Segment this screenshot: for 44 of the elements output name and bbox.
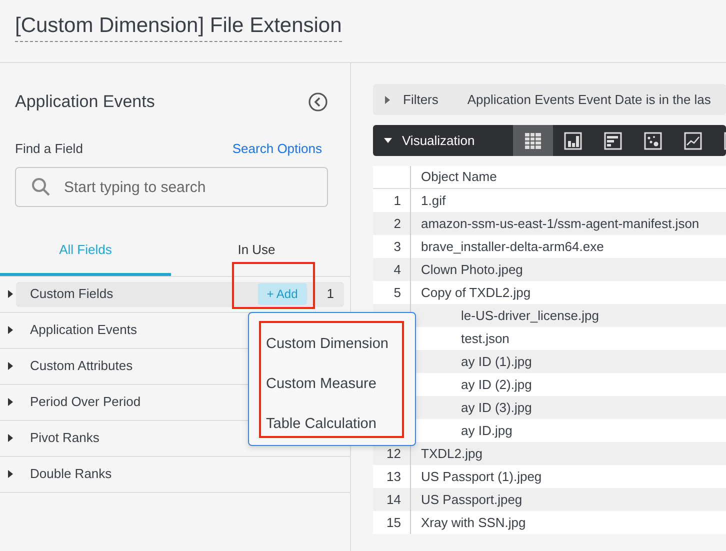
table-chart-icon — [522, 130, 543, 150]
table-cell-text: ay ID.jpg — [460, 422, 512, 440]
search-options-link[interactable]: Search Options — [232, 138, 322, 158]
row-number: 4 — [373, 258, 411, 281]
column-chart-icon — [562, 130, 583, 150]
search-icon — [31, 177, 51, 197]
filter-summary: Application Events Event Date is in the las — [467, 90, 711, 109]
table-cell-text: amazon-ssm-us-east-1/ssm-agent-manifest.json — [420, 214, 700, 233]
field-label: Find a Field — [15, 140, 83, 158]
table-cell-text: test.json — [460, 330, 510, 348]
column-header[interactable]: Object Name — [411, 167, 497, 187]
row-number: 15 — [373, 511, 411, 534]
row-number: 14 — [373, 488, 411, 511]
table-cell-text: Copy of TXDL2.jpg — [420, 284, 531, 302]
table-cell-text: ay ID (1).jpg — [460, 352, 532, 371]
table-cell-text: ay ID (2).jpg — [460, 376, 532, 394]
filters-label[interactable]: Filters — [403, 90, 438, 110]
collapse-icon[interactable] — [308, 92, 328, 112]
chart-type-button[interactable] — [512, 125, 553, 156]
row-number: 2 — [373, 212, 411, 235]
table-cell-text: US Passport (1).jpeg — [420, 468, 542, 486]
table-cell-text: 1.gif — [420, 192, 446, 210]
table-cell-text: Clown Photo.jpeg — [420, 260, 523, 279]
panel-title: Application Events — [15, 91, 155, 113]
field-group-row[interactable]: Custom Fields + Add 1 — [16, 282, 344, 306]
table-cell-text: US Passport.jpeg — [420, 490, 522, 509]
tab[interactable]: In Use — [171, 239, 342, 276]
table-cell-text: ay ID (3).jpg — [460, 398, 532, 417]
table-cell-text: Xray with SSN.jpg — [420, 514, 526, 532]
search-field[interactable]: Start typing to search — [15, 167, 328, 207]
menu-item[interactable]: Custom Dimension — [266, 325, 388, 365]
table-cell-text: le-US-driver_license.jpg — [460, 306, 599, 325]
menu-item[interactable]: Custom Measure — [266, 365, 376, 405]
field-count: 1 — [326, 285, 334, 304]
table-cell-text: brave_installer-delta-arm64.exe — [420, 238, 604, 256]
visualization-label[interactable]: Visualization — [402, 130, 475, 150]
field-group-label[interactable]: Double Ranks — [30, 464, 344, 484]
line-chart-icon — [682, 130, 703, 150]
table-cell-text: TXDL2.jpg — [420, 444, 482, 463]
page-title: [Custom Dimension] File Extension — [15, 13, 342, 42]
menu-item[interactable]: Table Calculation — [266, 405, 376, 445]
bar-chart-icon — [602, 130, 623, 150]
expand-arrow-icon[interactable] — [383, 136, 393, 146]
scatter-chart-icon — [642, 130, 663, 150]
